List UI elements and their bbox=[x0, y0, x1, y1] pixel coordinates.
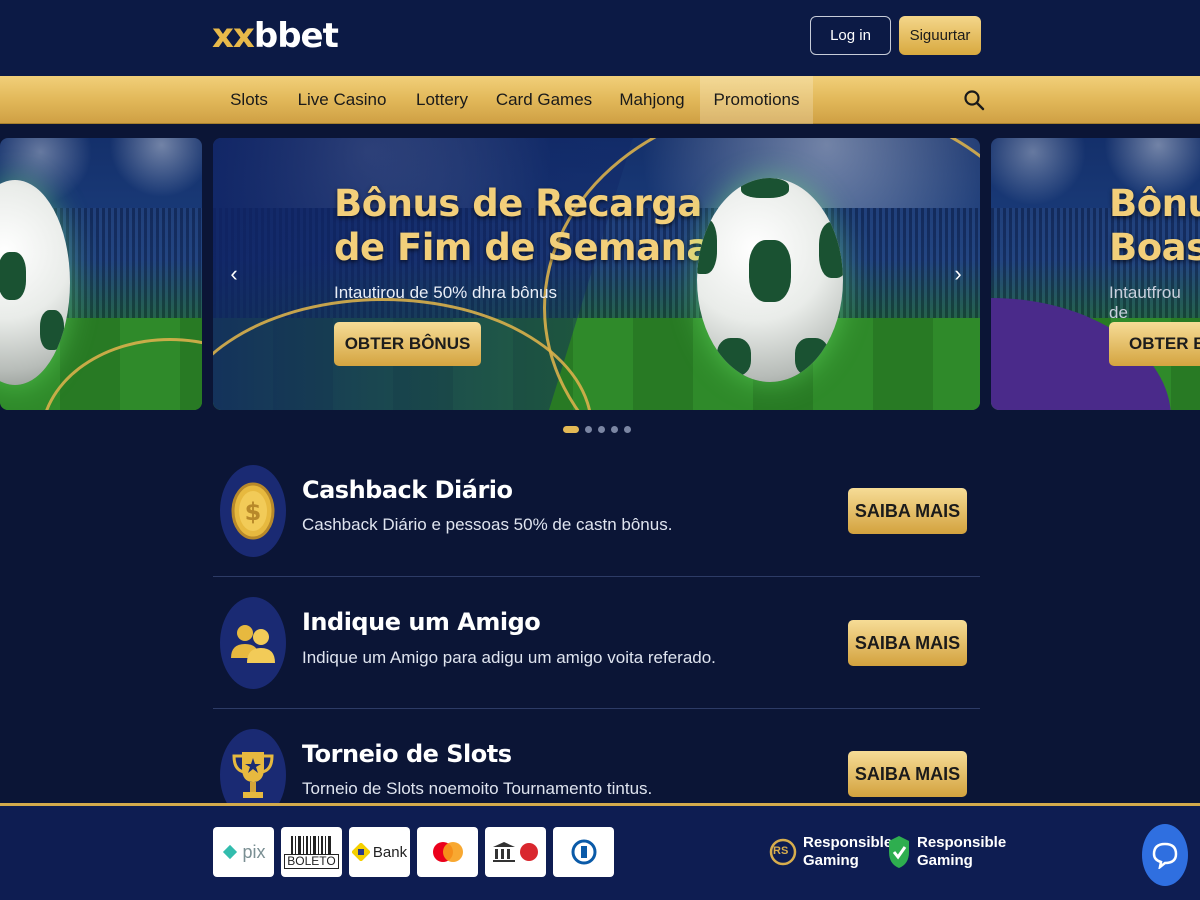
responsible-gaming-badge-1[interactable]: RS Responsible Gaming bbox=[769, 834, 892, 870]
bank-label: Bank bbox=[372, 843, 408, 861]
pix-label: pix bbox=[242, 841, 266, 862]
logo-part-1: xx bbox=[212, 16, 255, 56]
payment-mastercard bbox=[417, 827, 478, 877]
login-button[interactable]: Log in bbox=[810, 16, 891, 55]
svg-text:$: $ bbox=[245, 498, 262, 526]
live-chat-button[interactable] bbox=[1142, 824, 1188, 886]
top-header: xxbbet Log in Siguurtar bbox=[0, 0, 1200, 76]
carousel-slide-next[interactable]: Bônu Boas Intautfrou de OBTER B bbox=[991, 138, 1200, 410]
slide-title-line-1: Bônus de Recarga bbox=[334, 182, 702, 225]
pix-icon bbox=[223, 844, 238, 860]
brand-logo[interactable]: xxbbet bbox=[212, 16, 339, 56]
promo-divider bbox=[213, 576, 980, 577]
bank-logo-icon bbox=[351, 843, 370, 861]
coin-dollar-icon: $ bbox=[231, 482, 275, 540]
next-slide-subtitle: Intautfrou de bbox=[1109, 283, 1181, 322]
next-slide-title-line-2: Boas bbox=[1109, 226, 1200, 269]
rg-line-1: Responsible bbox=[917, 834, 1007, 851]
responsible-gaming-text: Responsible Gaming bbox=[803, 834, 892, 870]
promo-title: Torneio de Slots bbox=[302, 740, 512, 768]
promo-item-slots-tournament: Torneio de Slots Torneio de Slots noemoi… bbox=[213, 729, 980, 803]
promo-description: Cashback Diário e pessoas 50% de castn b… bbox=[302, 515, 673, 534]
carousel-slide-main[interactable]: Bônus de Recarga de Fim de Semana Intaut… bbox=[213, 138, 980, 410]
payment-boleto: BOLETO bbox=[281, 827, 342, 877]
next-slide-title-line-1: Bônu bbox=[1109, 182, 1200, 225]
logo-part-2: bbet bbox=[253, 16, 339, 56]
promo-description: Torneio de Slots noemoito Tournamento ti… bbox=[302, 779, 653, 798]
carousel-dot-1[interactable] bbox=[563, 425, 579, 433]
main-nav: Slots Live Casino Lottery Card Games Mah… bbox=[0, 76, 1200, 124]
carousel-dot-3[interactable] bbox=[598, 425, 605, 433]
promo-icon-badge bbox=[220, 729, 286, 803]
chat-bubble-icon bbox=[1152, 842, 1178, 869]
learn-more-button[interactable]: SAIBA MAIS bbox=[848, 488, 967, 534]
users-icon bbox=[231, 625, 275, 663]
learn-more-button[interactable]: SAIBA MAIS bbox=[848, 620, 967, 666]
nav-slots[interactable]: Slots bbox=[220, 76, 278, 124]
promo-divider bbox=[213, 708, 980, 709]
carousel-next-arrow-icon[interactable]: › bbox=[945, 257, 971, 291]
carousel-slide-previous[interactable] bbox=[0, 138, 202, 410]
search-icon[interactable] bbox=[962, 88, 986, 112]
rs-badge-text: RS bbox=[773, 845, 789, 857]
learn-more-button[interactable]: SAIBA MAIS bbox=[848, 751, 967, 797]
barcode-icon bbox=[290, 835, 331, 854]
rg-line-1: Responsible bbox=[803, 834, 893, 851]
nav-mahjong[interactable]: Mahjong bbox=[612, 76, 692, 124]
promo-title: Indique um Amigo bbox=[302, 608, 541, 636]
promo-title: Cashback Diário bbox=[302, 476, 513, 504]
payment-diners-club bbox=[553, 827, 614, 877]
rg-line-2: Gaming bbox=[803, 852, 859, 869]
promo-icon-badge: $ bbox=[220, 465, 286, 557]
nav-promotions[interactable]: Promotions bbox=[700, 76, 813, 124]
mastercard-icon bbox=[432, 842, 463, 862]
carousel-dot-2[interactable] bbox=[585, 425, 592, 433]
carousel-prev-arrow-icon[interactable]: ‹ bbox=[221, 257, 247, 291]
slide-title-line-2: de Fim de Semana bbox=[334, 226, 711, 269]
shield-check-icon bbox=[889, 836, 909, 868]
promo-description: Indique um Amigo para adigu um amigo voi… bbox=[302, 648, 716, 667]
nav-live-casino[interactable]: Live Casino bbox=[292, 76, 392, 124]
responsible-gaming-text: Responsible Gaming bbox=[917, 834, 1006, 870]
responsible-gaming-badge-2[interactable]: Responsible Gaming bbox=[887, 834, 1006, 870]
payment-bank-transfer bbox=[485, 827, 546, 877]
carousel-dot-5[interactable] bbox=[624, 425, 631, 433]
promo-icon-badge bbox=[220, 597, 286, 689]
next-get-bonus-button[interactable]: OBTER B bbox=[1109, 322, 1200, 366]
nav-card-games[interactable]: Card Games bbox=[494, 76, 594, 124]
bank-building-icon bbox=[493, 842, 515, 862]
carousel-pagination bbox=[563, 425, 631, 433]
signup-button[interactable]: Siguurtar bbox=[899, 16, 981, 55]
soccer-ball-icon bbox=[697, 178, 843, 382]
trophy-icon bbox=[232, 752, 274, 798]
boleto-label: BOLETO bbox=[284, 853, 339, 869]
slide-subtitle: Intautirou de 50% dhra bônus bbox=[334, 283, 558, 302]
red-circle-logo-icon bbox=[520, 843, 538, 861]
carousel-dot-4[interactable] bbox=[611, 425, 618, 433]
payment-bank: Bank bbox=[349, 827, 410, 877]
diners-club-icon bbox=[571, 839, 596, 865]
rg-line-2: Gaming bbox=[917, 852, 973, 869]
nav-lottery[interactable]: Lottery bbox=[408, 76, 476, 124]
get-bonus-button[interactable]: OBTER BÔNUS bbox=[334, 322, 481, 366]
payment-pix: pix bbox=[213, 827, 274, 877]
